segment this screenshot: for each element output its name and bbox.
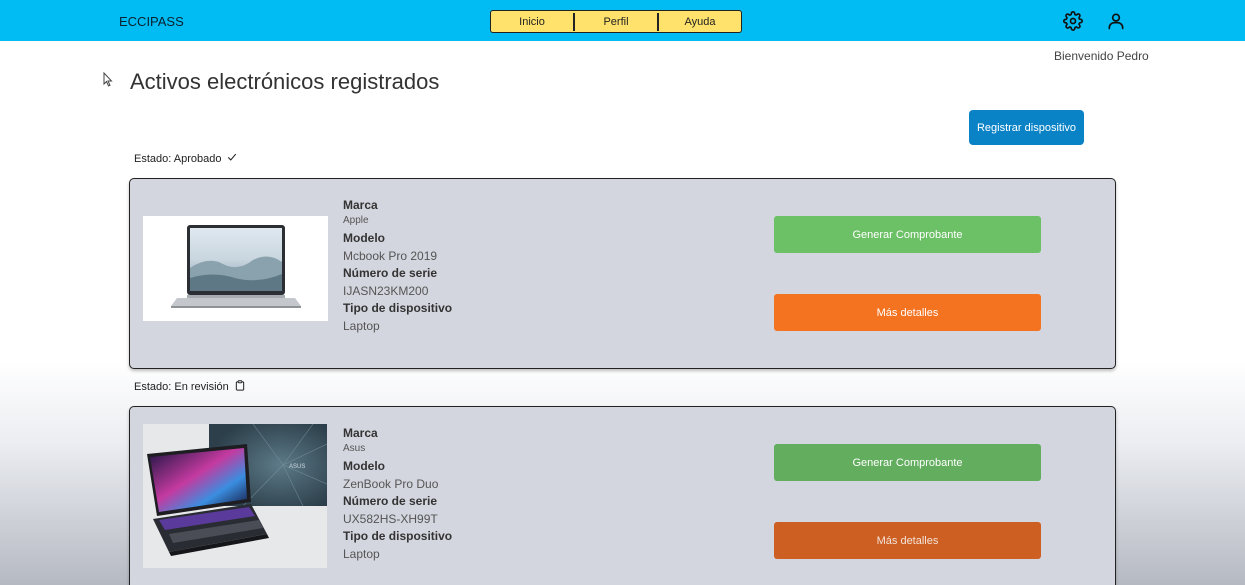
device-info: Marca Asus Modelo ZenBook Pro Duo Número… — [343, 425, 452, 563]
check-icon — [227, 152, 237, 165]
brand-logo[interactable]: ECCIPASS — [119, 14, 184, 29]
mouse-cursor-icon — [103, 71, 113, 92]
brand-label: Marca — [343, 426, 378, 440]
more-details-button[interactable]: Más detalles — [774, 522, 1041, 559]
model-label: Modelo — [343, 459, 385, 473]
model-value: ZenBook Pro Duo — [343, 477, 439, 491]
device-info: Marca Apple Modelo Mcbook Pro 2019 Númer… — [343, 197, 452, 335]
status-label: Estado: En revisión — [134, 380, 245, 394]
model-label: Modelo — [343, 231, 385, 245]
nav-perfil[interactable]: Perfil — [575, 12, 659, 31]
user-icon[interactable] — [1106, 11, 1126, 31]
top-navbar: ECCIPASS Inicio Perfil Ayuda — [0, 0, 1245, 41]
device-image: ASUS — [143, 424, 327, 568]
type-value: Laptop — [343, 319, 380, 333]
status-text: Estado: Aprobado — [134, 152, 222, 165]
gear-icon[interactable] — [1063, 11, 1083, 31]
serial-label: Número de serie — [343, 494, 438, 508]
register-device-button[interactable]: Registrar dispositivo — [969, 110, 1084, 145]
type-value: Laptop — [343, 547, 380, 561]
type-label: Tipo de dispositivo — [343, 529, 453, 543]
brand-label: Marca — [343, 198, 378, 212]
serial-value: UX582HS-XH99T — [343, 512, 438, 526]
serial-value: IJASN23KM200 — [343, 284, 429, 298]
nav-inicio[interactable]: Inicio — [491, 12, 575, 31]
brand-value: Asus — [343, 443, 366, 454]
more-details-button[interactable]: Más detalles — [774, 294, 1041, 331]
page-title: Activos electrónicos registrados — [130, 69, 440, 94]
serial-label: Número de serie — [343, 266, 438, 280]
status-label: Estado: Aprobado — [134, 152, 237, 165]
brand-value: Apple — [343, 215, 369, 226]
device-card: ASUS Marca Asus Modelo ZenBook Pro Duo N… — [129, 406, 1116, 585]
main-nav: Inicio Perfil Ayuda — [490, 10, 742, 33]
generate-receipt-button[interactable]: Generar Comprobante — [774, 444, 1041, 481]
model-value: Mcbook Pro 2019 — [343, 249, 438, 263]
generate-receipt-button[interactable]: Generar Comprobante — [774, 216, 1041, 253]
clipboard-icon — [235, 380, 245, 394]
welcome-message: Bienvenido Pedro — [1054, 49, 1149, 63]
device-card: Marca Apple Modelo Mcbook Pro 2019 Númer… — [129, 178, 1116, 369]
device-image — [143, 216, 328, 321]
status-text: Estado: En revisión — [134, 381, 229, 393]
svg-text:ASUS: ASUS — [289, 464, 305, 470]
nav-ayuda[interactable]: Ayuda — [659, 13, 741, 31]
type-label: Tipo de dispositivo — [343, 301, 453, 315]
